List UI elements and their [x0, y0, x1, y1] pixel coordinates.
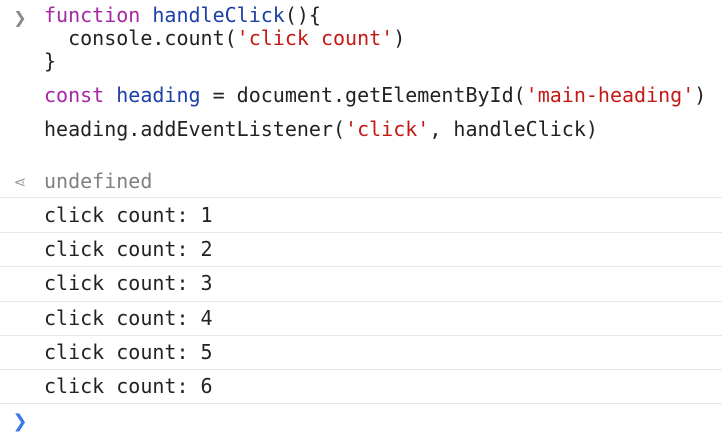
code-token: ) — [393, 26, 406, 50]
code-line: console.count('click count') — [44, 27, 706, 50]
code-token: heading.addEventListener( — [44, 117, 346, 141]
log-entry: click count: 3 — [44, 271, 213, 296]
code-token: = document.getElementById( — [200, 83, 526, 107]
code-token: console.count( — [44, 26, 237, 50]
log-entry: click count: 2 — [44, 237, 213, 262]
console-prompt-icon[interactable]: ❯ — [12, 412, 28, 432]
log-separator — [0, 301, 722, 302]
log-separator — [0, 335, 722, 336]
code-token: const — [44, 83, 105, 107]
log-entry: click count: 6 — [44, 374, 213, 398]
code-token: 'click count' — [236, 26, 394, 50]
code-token: heading — [116, 83, 201, 107]
code-line: } — [44, 50, 706, 73]
log-entry: click count: 4 — [44, 305, 213, 330]
log-separator — [0, 197, 722, 198]
code-token: 'click' — [345, 117, 430, 141]
return-value-icon: ⋖ — [13, 173, 27, 191]
devtools-console: ❯ function handleClick(){ console.count(… — [0, 0, 722, 446]
code-line: const heading = document.getElementById(… — [44, 84, 706, 107]
input-prompt-icon: ❯ — [13, 8, 27, 27]
log-separator — [0, 232, 722, 233]
log-separator — [0, 266, 722, 267]
log-entry: click count: 1 — [44, 203, 213, 227]
code-line: function handleClick(){ — [44, 4, 706, 27]
code-token: , handleClick) — [429, 117, 598, 141]
log-separator — [0, 369, 722, 370]
code-token: function — [44, 3, 141, 27]
code-token: } — [44, 49, 57, 73]
code-line: heading.addEventListener('click', handle… — [44, 118, 706, 141]
code-token: ) — [694, 83, 707, 107]
log-entry: click count: 5 — [44, 339, 213, 364]
code-token: 'main-heading' — [525, 83, 695, 107]
log-separator — [0, 403, 722, 404]
return-value: undefined — [44, 169, 153, 193]
code-token: handleClick — [152, 3, 285, 27]
code-token: (){ — [284, 3, 321, 27]
console-input-code: function handleClick(){ console.count('c… — [44, 4, 706, 141]
